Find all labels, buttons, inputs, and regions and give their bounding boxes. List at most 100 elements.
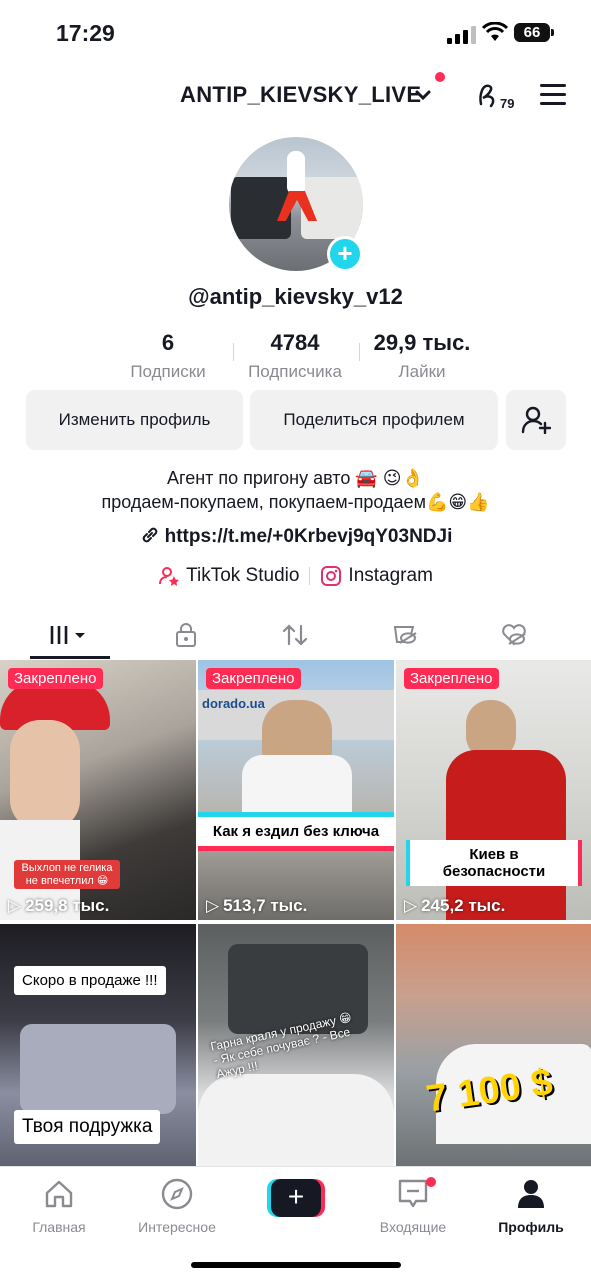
tab-liked[interactable]	[484, 610, 544, 660]
video-caption: Выхлоп не гелика не впечетлил 😁	[14, 860, 120, 889]
instagram-badge[interactable]: Instagram	[320, 565, 433, 587]
pinned-badge: Закреплено	[8, 668, 103, 689]
thumbnail-jacket	[446, 750, 566, 920]
play-icon: ▷	[404, 896, 418, 915]
profile-handle: @antip_kievsky_v12	[188, 284, 403, 309]
video-thumbnail[interactable]: Закреплено Киев в безопасности ▷ 245,2 ты…	[396, 660, 591, 920]
tab-private[interactable]	[156, 610, 216, 660]
video-caption: Киев в безопасности	[406, 840, 582, 886]
stat-followers-label: Подписчика	[248, 362, 342, 381]
view-count-text: 513,7 тыс.	[223, 896, 308, 915]
view-count: ▷ 513,7 тыс.	[206, 896, 307, 916]
view-count: ▷ 245,2 тыс.	[404, 896, 505, 916]
inbox-notification-dot	[426, 1177, 436, 1187]
bio-link-text: https://t.me/+0Krbevj9qY03NDJi	[164, 526, 453, 547]
home-indicator	[191, 1262, 401, 1268]
thumbnail-person	[10, 720, 80, 830]
add-user-icon	[521, 406, 551, 434]
tab-videos[interactable]	[40, 610, 100, 660]
nav-explore-label: Интересное	[138, 1219, 216, 1235]
tab-favorites[interactable]	[375, 610, 435, 660]
nav-explore[interactable]: Интересное	[122, 1175, 232, 1235]
bio-line-2: продаем-покупаем, покупаем-продаем💪😁👍	[101, 492, 490, 512]
bio-line-1: Агент по пригону авто 🚘 😉👌	[167, 468, 424, 488]
view-count-text: 259,8 тыс.	[25, 896, 110, 915]
view-count-text: 245,2 тыс.	[421, 896, 506, 915]
divider	[359, 343, 360, 361]
tiktok-studio-badge[interactable]: TikTok Studio	[158, 565, 299, 587]
view-count: ▷ 259,8 тыс.	[8, 896, 109, 916]
nav-profile[interactable]: Профиль	[476, 1175, 586, 1235]
create-button[interactable]: +	[267, 1179, 325, 1217]
account-switcher-username[interactable]: ANTIP_KIEVSKY_LIVE	[180, 82, 421, 108]
active-tab-indicator	[30, 656, 110, 659]
play-icon: ▷	[8, 896, 22, 915]
hidden-heart-icon	[502, 624, 526, 646]
nav-inbox-label: Входящие	[379, 1219, 447, 1235]
avatar-car-black	[231, 177, 291, 239]
thumbnail-seats	[20, 1024, 176, 1114]
play-icon: ▷	[206, 896, 220, 915]
bio-link[interactable]: https://t.me/+0Krbevj9qY03NDJi	[0, 524, 591, 548]
nav-home[interactable]: Главная	[4, 1175, 114, 1235]
menu-icon[interactable]	[540, 84, 566, 111]
nav-inbox[interactable]: Входящие	[358, 1175, 468, 1235]
profile-badges: TikTok Studio Instagram	[0, 565, 591, 587]
pinned-badge: Закреплено	[206, 668, 301, 689]
stat-following-value: 6	[161, 330, 175, 355]
nav-home-label: Главная	[32, 1219, 86, 1235]
pinned-badge: Закреплено	[404, 668, 499, 689]
creator-tools-count: 79	[500, 96, 515, 111]
stat-following[interactable]: 6 Подписки	[118, 330, 218, 382]
inbox-icon	[398, 1179, 428, 1208]
divider	[309, 567, 311, 585]
stat-likes-label: Лайки	[398, 362, 446, 381]
battery-indicator: 66	[514, 23, 554, 42]
instagram-icon	[321, 566, 342, 586]
share-profile-button[interactable]: Поделиться профилем	[250, 390, 498, 450]
studio-icon	[159, 567, 180, 586]
add-friends-button[interactable]	[506, 390, 566, 450]
video-grid: Закреплено Выхлоп не гелика не впечетлил…	[0, 660, 591, 1166]
profile-icon	[518, 1180, 544, 1208]
lock-icon	[176, 623, 196, 647]
thumbnail-car	[198, 1074, 394, 1166]
video-caption: Как я ездил без ключа	[198, 812, 394, 851]
content-tabs	[0, 610, 591, 660]
avatar-person	[287, 151, 305, 195]
nav-profile-label: Профиль	[498, 1219, 564, 1235]
video-thumbnail[interactable]: Скоро в продаже !!! Твоя подружка	[0, 924, 196, 1166]
cellular-signal-icon	[447, 26, 476, 44]
plus-icon: +	[271, 1179, 321, 1217]
video-thumbnail[interactable]: 7 100 $	[396, 924, 591, 1166]
notification-dot	[435, 72, 445, 82]
grid-icon	[50, 626, 85, 644]
repost-icon	[282, 624, 308, 646]
chevron-down-icon[interactable]	[414, 86, 432, 104]
store-sign: dorado.ua	[202, 696, 265, 711]
stat-followers[interactable]: 4784 Подписчика	[240, 330, 350, 382]
profile-header: ANTIP_KIEVSKY_LIVE 79	[0, 70, 591, 120]
add-story-button[interactable]: +	[327, 236, 363, 272]
link-icon	[142, 527, 157, 543]
video-thumbnail[interactable]: dorado.ua Закреплено Как я ездил без клю…	[198, 660, 394, 920]
stat-likes[interactable]: 29,9 тыс. Лайки	[362, 330, 482, 382]
stat-likes-value: 29,9 тыс.	[373, 330, 471, 355]
divider	[233, 343, 234, 361]
compass-icon	[161, 1178, 193, 1210]
status-bar: 17:29 66	[0, 0, 591, 66]
instagram-label: Instagram	[348, 565, 433, 586]
tiktok-studio-label: TikTok Studio	[186, 565, 300, 586]
video-thumbnail[interactable]: Гарна краля у продажу 😁 - Як себе почува…	[198, 924, 394, 1166]
stat-followers-value: 4784	[270, 330, 320, 355]
hidden-bookmark-icon	[393, 626, 417, 644]
status-time: 17:29	[56, 20, 115, 46]
video-caption: Твоя подружка	[14, 1110, 161, 1144]
wifi-icon	[482, 22, 508, 41]
video-caption: Скоро в продаже !!!	[14, 966, 166, 995]
home-icon	[45, 1180, 73, 1208]
stat-following-label: Подписки	[130, 362, 206, 381]
video-thumbnail[interactable]: Закреплено Выхлоп не гелика не впечетлил…	[0, 660, 196, 920]
edit-profile-button[interactable]: Изменить профиль	[26, 390, 243, 450]
tab-reposts[interactable]	[265, 610, 325, 660]
